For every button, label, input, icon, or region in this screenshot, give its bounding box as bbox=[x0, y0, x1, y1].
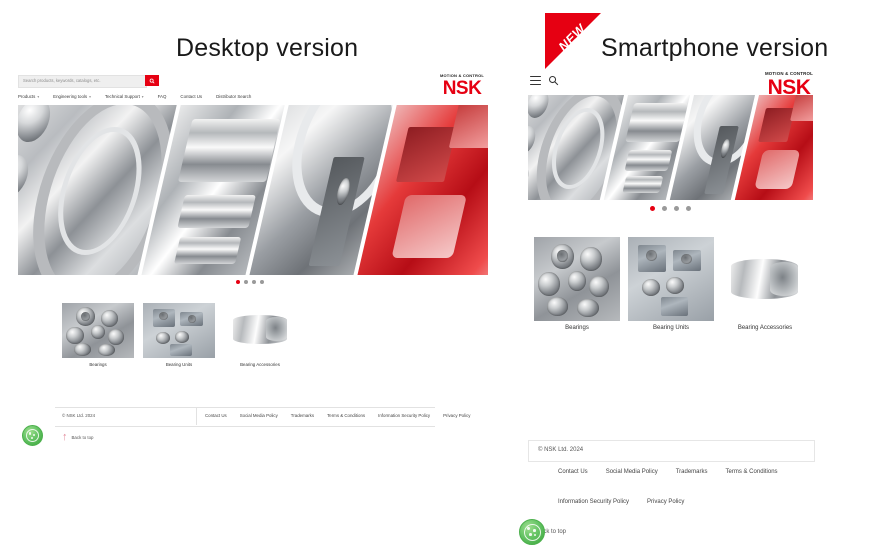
search-placeholder: Search products, keywords, catalogs, etc… bbox=[23, 78, 101, 83]
footer-link-trademarks[interactable]: Trademarks bbox=[291, 413, 314, 418]
hamburger-menu-icon[interactable] bbox=[530, 76, 541, 85]
carousel-dot-4[interactable] bbox=[260, 280, 264, 284]
arrow-up-icon: ↑ bbox=[62, 431, 68, 443]
search-button[interactable] bbox=[145, 75, 159, 86]
product-card-bearings[interactable]: Bearings bbox=[534, 237, 620, 331]
carousel-dot-1[interactable] bbox=[236, 280, 240, 284]
smartphone-version-title: Smartphone version bbox=[601, 34, 829, 62]
carousel-dot-3[interactable] bbox=[674, 206, 679, 211]
nav-label: Products bbox=[18, 94, 36, 99]
product-label: Bearing Units bbox=[165, 362, 193, 367]
footer-links-desktop: Contact Us Social Media Policy Trademark… bbox=[205, 413, 470, 418]
product-label: Bearing Accessories bbox=[240, 362, 280, 367]
chevron-down-icon: ▾ bbox=[89, 94, 91, 99]
footer-link-social-media-policy[interactable]: Social Media Policy bbox=[606, 469, 658, 475]
carousel-dot-2[interactable] bbox=[662, 206, 667, 211]
product-card-bearing-accessories[interactable]: Bearing Accessories bbox=[722, 237, 808, 331]
new-ribbon-badge: NEW bbox=[545, 13, 601, 69]
carousel-dots-smartphone[interactable] bbox=[650, 206, 691, 211]
back-to-top-label: Back to top bbox=[71, 435, 94, 440]
chevron-down-icon: ▾ bbox=[141, 94, 144, 99]
footer-link-trademarks[interactable]: Trademarks bbox=[676, 469, 708, 475]
footer-link-privacy-policy[interactable]: Privacy Policy bbox=[647, 499, 684, 505]
footer-link-terms-conditions[interactable]: Terms & Conditions bbox=[327, 413, 365, 418]
desktop-version-title: Desktop version bbox=[176, 34, 359, 62]
screenshot-canvas: Desktop version NEW Smartphone version S… bbox=[0, 0, 870, 545]
cookie-icon bbox=[523, 523, 541, 541]
footer-links-row1-smartphone: Contact Us Social Media Policy Trademark… bbox=[558, 469, 778, 475]
carousel-dot-2[interactable] bbox=[244, 280, 248, 284]
hero-banner-desktop[interactable] bbox=[18, 105, 488, 275]
product-card-bearing-units[interactable]: Bearing Units bbox=[143, 303, 215, 367]
footer-link-social-media-policy[interactable]: Social Media Policy bbox=[240, 413, 278, 418]
product-thumb-bearing-accessories bbox=[722, 237, 808, 321]
cookie-consent-widget-smartphone[interactable] bbox=[519, 519, 545, 545]
nav-item-distributor-search[interactable]: Distributor Search bbox=[216, 94, 251, 99]
carousel-dots-desktop[interactable] bbox=[236, 280, 264, 284]
footer-link-contact-us[interactable]: Contact Us bbox=[205, 413, 227, 418]
product-thumb-bearings bbox=[62, 303, 134, 358]
footer-copyright-smartphone: © NSK Ltd. 2024 bbox=[538, 447, 584, 453]
product-label: Bearings bbox=[89, 362, 107, 367]
footer-vertical-separator bbox=[196, 408, 197, 425]
nav-label: Engineering tools bbox=[53, 94, 88, 99]
footer-link-contact-us[interactable]: Contact Us bbox=[558, 469, 588, 475]
nav-item-contact-us[interactable]: Contact Us bbox=[180, 94, 202, 99]
footer-link-information-security-policy[interactable]: Information Security Policy bbox=[378, 413, 430, 418]
footer-link-privacy-policy[interactable]: Privacy Policy bbox=[443, 413, 470, 418]
nav-item-technical-support[interactable]: Technical Support ▾ bbox=[105, 94, 144, 99]
footer-link-information-security-policy[interactable]: Information Security Policy bbox=[558, 499, 629, 505]
product-thumb-bearings bbox=[534, 237, 620, 321]
product-card-bearings[interactable]: Bearings bbox=[62, 303, 134, 367]
footer-copyright-desktop: © NSK Ltd. 2024 bbox=[62, 413, 96, 418]
product-thumb-bearing-units bbox=[143, 303, 215, 358]
back-to-top-desktop[interactable]: ↑ Back to top bbox=[62, 432, 93, 443]
footer-link-terms-conditions[interactable]: Terms & Conditions bbox=[726, 469, 778, 475]
product-label: Bearing Units bbox=[652, 325, 690, 331]
carousel-dot-1[interactable] bbox=[650, 206, 655, 211]
nav-item-faq[interactable]: FAQ bbox=[158, 94, 167, 99]
hero-banner-smartphone[interactable] bbox=[528, 95, 813, 200]
carousel-dot-4[interactable] bbox=[686, 206, 691, 211]
nav-label: Technical Support bbox=[104, 94, 140, 99]
nsk-wordmark: NSK bbox=[442, 78, 482, 99]
nav-item-products[interactable]: Products ▾ bbox=[18, 94, 39, 99]
nav-item-engineering-tools[interactable]: Engineering tools ▾ bbox=[53, 94, 91, 99]
footer-divider-bottom bbox=[55, 426, 435, 427]
footer-links-row2-smartphone: Information Security Policy Privacy Poli… bbox=[558, 499, 684, 505]
footer-divider-top bbox=[55, 407, 435, 408]
product-label: Bearing Accessories bbox=[737, 325, 793, 331]
product-card-bearing-units[interactable]: Bearing Units bbox=[628, 237, 714, 331]
product-label: Bearings bbox=[565, 325, 589, 331]
product-thumb-bearing-accessories bbox=[224, 303, 296, 358]
search-input[interactable]: Search products, keywords, catalogs, etc… bbox=[18, 75, 147, 88]
product-card-bearing-accessories[interactable]: Bearing Accessories bbox=[224, 303, 296, 367]
nsk-logo-desktop[interactable]: MOTION & CONTROL NSK bbox=[436, 74, 488, 99]
primary-navigation: Products ▾ Engineering tools ▾ Technical… bbox=[18, 94, 265, 99]
search-icon[interactable] bbox=[548, 75, 559, 86]
cookie-icon bbox=[26, 429, 39, 442]
cookie-consent-widget-desktop[interactable] bbox=[22, 425, 43, 446]
search-icon bbox=[149, 78, 155, 84]
carousel-dot-3[interactable] bbox=[252, 280, 256, 284]
chevron-down-icon: ▾ bbox=[37, 94, 40, 99]
product-thumb-bearing-units bbox=[628, 237, 714, 321]
